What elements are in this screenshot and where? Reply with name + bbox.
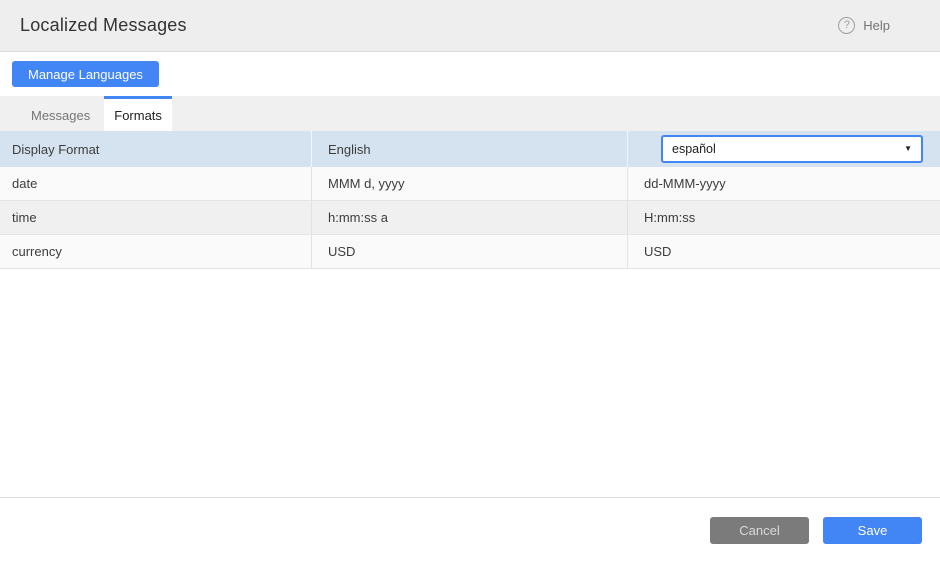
help-icon[interactable]: ? [838, 17, 855, 34]
cancel-button[interactable]: Cancel [710, 517, 809, 544]
format-name-cell: time [0, 201, 311, 234]
footer-action-bar: Cancel Save [0, 497, 940, 544]
table-row: date MMM d, yyyy dd-MMM-yyyy [0, 167, 940, 201]
tab-messages[interactable]: Messages [17, 96, 104, 131]
localized-format-cell: USD [627, 235, 940, 268]
formats-table: Display Format English español ▼ date MM… [0, 131, 940, 269]
language-select[interactable]: español ▼ [661, 135, 923, 163]
column-header-language: español ▼ [627, 131, 940, 167]
format-name-cell: date [0, 167, 311, 200]
save-button[interactable]: Save [823, 517, 922, 544]
column-header-display-format: Display Format [0, 131, 311, 167]
localized-format-cell: dd-MMM-yyyy [627, 167, 940, 200]
chevron-down-icon: ▼ [904, 145, 912, 153]
toolbar: Manage Languages [0, 52, 940, 96]
help-label: Help [863, 18, 890, 33]
tab-formats[interactable]: Formats [104, 96, 172, 131]
english-format-cell: MMM d, yyyy [311, 167, 627, 200]
tab-bar: Messages Formats [0, 96, 940, 131]
localized-format-cell: H:mm:ss [627, 201, 940, 234]
english-format-cell: h:mm:ss a [311, 201, 627, 234]
column-header-english: English [311, 131, 627, 167]
help-link[interactable]: ? Help [838, 17, 890, 34]
manage-languages-button[interactable]: Manage Languages [12, 61, 159, 87]
page-title: Localized Messages [20, 15, 187, 36]
english-format-cell: USD [311, 235, 627, 268]
table-header-row: Display Format English español ▼ [0, 131, 940, 167]
table-row: time h:mm:ss a H:mm:ss [0, 201, 940, 235]
table-row: currency USD USD [0, 235, 940, 269]
page-header: Localized Messages ? Help [0, 0, 940, 52]
language-select-value: español [672, 142, 716, 156]
format-name-cell: currency [0, 235, 311, 268]
